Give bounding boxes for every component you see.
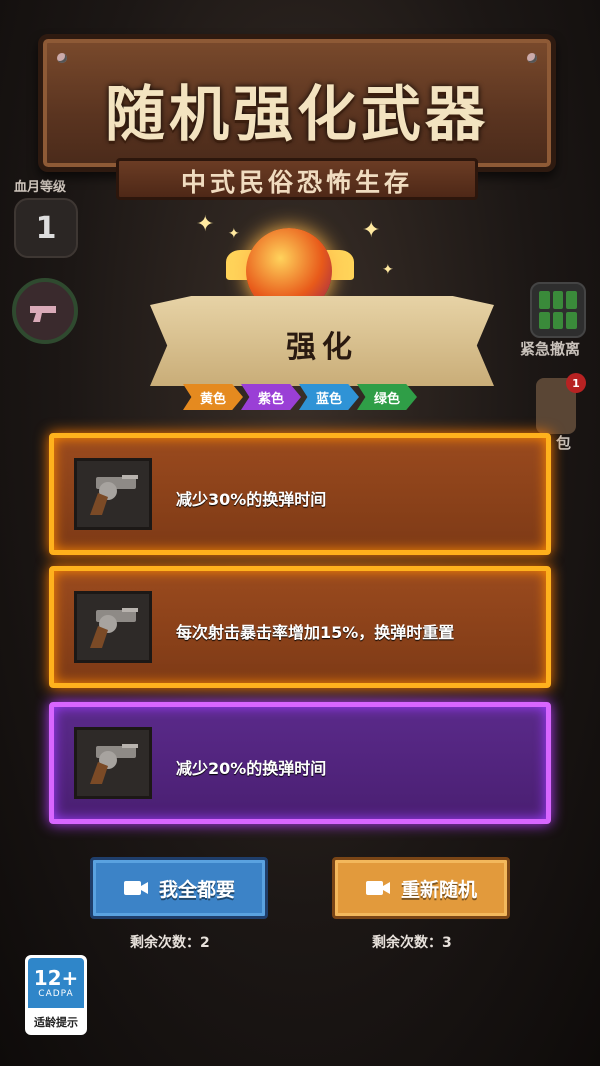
age-rating-org: CADPA bbox=[38, 989, 74, 999]
sparkle-icon: ✦ bbox=[196, 212, 215, 237]
age-rating-badge: 12+ CADPA 适龄提示 bbox=[25, 955, 87, 1035]
sparkle-icon: ✦ bbox=[382, 262, 394, 278]
revolver-icon bbox=[74, 591, 152, 663]
page-title: 随机强化武器 bbox=[105, 80, 489, 150]
reroll-button[interactable]: 重新随机 bbox=[332, 857, 510, 919]
rarity-legend: 黄色 紫色 蓝色 绿色 bbox=[183, 384, 417, 410]
emergency-evac-label: 紧急撤离 bbox=[520, 340, 581, 358]
blood-moon-level-label: 血月等级 bbox=[14, 180, 67, 195]
rarity-tag-yellow: 黄色 bbox=[183, 384, 243, 410]
reroll-label: 重新随机 bbox=[400, 878, 477, 901]
rarity-tag-green: 绿色 bbox=[357, 384, 417, 410]
take-all-remaining: 剩余次数：2 bbox=[130, 935, 210, 951]
pistol-icon bbox=[12, 278, 78, 344]
backpack-badge: 1 bbox=[566, 373, 586, 393]
sparkle-icon: ✦ bbox=[228, 226, 240, 242]
upgrade-card-text: 减少30%的换弹时间 bbox=[176, 490, 327, 509]
take-all-button[interactable]: 我全都要 bbox=[90, 857, 268, 919]
revolver-icon bbox=[74, 727, 152, 799]
video-icon bbox=[123, 881, 148, 895]
upgrade-card[interactable]: 减少30%的换弹时间 bbox=[49, 433, 551, 555]
video-icon bbox=[365, 881, 390, 895]
backpack-label: 包 bbox=[556, 434, 572, 452]
upgrade-card-text: 每次射击暴击率增加15%，换弹时重置 bbox=[176, 623, 455, 642]
sparkle-icon: ✦ bbox=[362, 218, 381, 243]
upgrade-card[interactable]: 减少20%的换弹时间 bbox=[49, 702, 551, 824]
upgrade-card[interactable]: 每次射击暴击率增加15%，换弹时重置 bbox=[49, 566, 551, 688]
take-all-label: 我全都要 bbox=[158, 878, 235, 901]
nail-icon bbox=[57, 53, 67, 63]
revolver-icon bbox=[74, 458, 152, 530]
rarity-tag-blue: 蓝色 bbox=[299, 384, 359, 410]
age-rating-value: 12+ bbox=[33, 966, 79, 990]
upgrade-card-text: 减少20%的换弹时间 bbox=[176, 759, 327, 778]
age-rating-tip: 适龄提示 bbox=[34, 1016, 78, 1029]
rarity-tag-purple: 紫色 bbox=[241, 384, 301, 410]
page-subtitle: 中式民俗恐怖生存 bbox=[180, 168, 413, 197]
enhance-banner-label: 强化 bbox=[286, 330, 358, 365]
reroll-remaining: 剩余次数：3 bbox=[372, 935, 452, 951]
emergency-evac-button[interactable] bbox=[530, 282, 586, 338]
blood-moon-level-value: 1 bbox=[14, 198, 78, 258]
nail-icon bbox=[527, 53, 537, 63]
